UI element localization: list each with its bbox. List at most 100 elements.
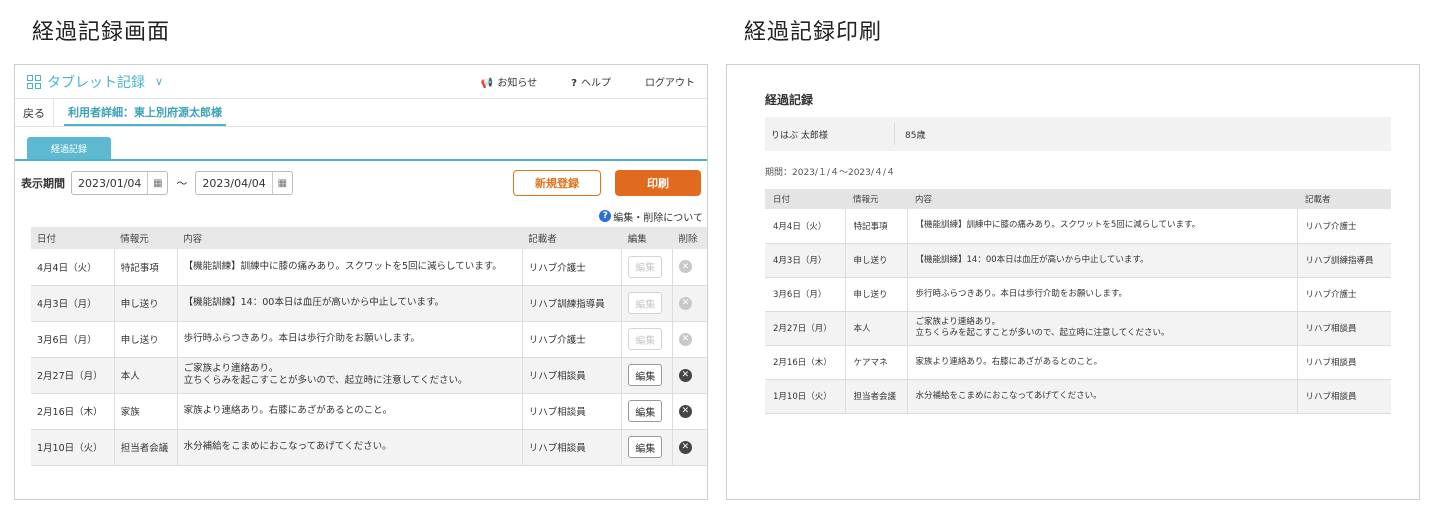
table-row: 2月16日（木） ケアマネ 家族より連絡あり。右膝にあざがあるとのこと。 リハブ相談員 (765, 345, 1391, 380)
author-cell: リハブ相談員 (521, 429, 622, 466)
table-row: 2月27日（月） 本人 ご家族より連絡あり。 立ちくらみを起こすことが多いので、起立… (765, 311, 1391, 346)
print-caption: 経過記録印刷 (744, 20, 883, 45)
chevron-down-icon: ∨ (155, 75, 164, 88)
table-row: 4月4日（火） 特記事項 【機能訓練】訓練中に膝の痛みあり。スクワットを5回に減らし… (31, 249, 707, 286)
edit-cell: 編集 (621, 393, 673, 430)
delete-cell: ✕ (671, 429, 707, 466)
print-title: 経過記録 (765, 93, 814, 107)
date-cell: 4月4日（火） (31, 249, 115, 286)
content-cell: 【機能訓練】14：00本日は血圧が高いから中止しています。 (906, 243, 1297, 278)
edit-button[interactable]: 編集 (628, 400, 663, 422)
col-content: 内容 (907, 189, 1297, 209)
content-cell: 【機能訓練】14：00本日は血圧が高いから中止しています。 (176, 285, 523, 322)
content-cell: 水分補給をこまめにおこなってあげてください。 (906, 379, 1297, 414)
source-cell: 本人 (113, 357, 178, 394)
date-cell: 4月4日（火） (765, 209, 845, 244)
author-cell: リハブ相談員 (1296, 379, 1391, 414)
patient-name: りはぶ 太郎様 (765, 123, 895, 145)
app-grid-icon (27, 74, 41, 89)
date-cell: 2月27日（月） (31, 357, 115, 394)
table-row: 2月16日（木） 家族 家族より連絡あり。右膝にあざがあるとのこと。 リハブ相談員 編集… (31, 393, 707, 430)
author-cell: リハブ訓練指導員 (521, 285, 622, 322)
edit-cell: 編集 (621, 357, 673, 394)
print-period: 期間：2023/１/４〜2023/４/４ (765, 168, 895, 178)
top-bar: タブレット記録 ∨ 📢 お知らせ ? ヘルプ ログアウト (15, 65, 707, 99)
author-cell: リハブ相談員 (521, 393, 622, 430)
tab-bar: 経過記録 (15, 127, 707, 161)
date-cell: 4月3日（月） (765, 243, 845, 278)
source-cell: 申し送り (113, 321, 178, 358)
edit-cell: 編集 (621, 249, 673, 286)
help-icon: ? (571, 78, 577, 89)
edit-button[interactable]: 編集 (628, 364, 663, 386)
content-cell: 歩行時ふらつきあり。本日は歩行介助をお願いします。 (906, 277, 1297, 312)
table-row: 3月6日（月） 申し送り 歩行時ふらつきあり。本日は歩行介助をお願いします。 リハブ介… (31, 321, 707, 358)
app-switcher[interactable]: タブレット記録 ∨ (27, 72, 163, 92)
calendar-icon[interactable]: ▦ (271, 172, 292, 194)
delete-cell: ✕ (671, 285, 707, 322)
edit-button: 編集 (628, 292, 663, 314)
delete-icon[interactable]: ✕ (678, 440, 692, 454)
date-to-field[interactable]: 2023/04/04 ▦ (195, 171, 293, 195)
breadcrumb: 戻る 利用者詳細：東上別府源太郎様 (15, 99, 707, 127)
record-table: 日付 情報元 内容 記載者 編集 削除 4月4日（火） 特記事項 【機能訓練】訓練中… (31, 227, 707, 466)
date-cell: 3月6日（月） (31, 321, 115, 358)
logout-link[interactable]: ログアウト (645, 74, 695, 89)
table-row: 1月10日（火） 担当者会議 水分補給をこまめにおこなってあげてください。 リハブ相談… (31, 429, 707, 466)
print-preview: 経過記録 りはぶ 太郎様 85歳 期間：2023/１/４〜2023/４/４ 日付… (726, 64, 1420, 500)
delete-icon[interactable]: ✕ (678, 404, 692, 418)
megaphone-icon: 📢 (480, 78, 494, 89)
table-row: 2月27日（月） 本人 ご家族より連絡あり。 立ちくらみを起こすことが多いので、起立… (31, 357, 707, 394)
delete-icon: ✕ (678, 332, 692, 346)
back-button[interactable]: 戻る (15, 99, 54, 126)
edit-cell: 編集 (621, 285, 673, 322)
delete-cell: ✕ (671, 393, 707, 430)
delete-cell: ✕ (671, 321, 707, 358)
col-author: 記載者 (1297, 189, 1391, 209)
date-cell: 2月16日（木） (765, 345, 845, 380)
period-label: 表示期間 (21, 177, 65, 190)
notice-link[interactable]: 📢 お知らせ (481, 74, 537, 89)
author-cell: リハブ相談員 (1296, 345, 1391, 380)
date-cell: 3月6日（月） (765, 277, 845, 312)
tab-progress-record[interactable]: 経過記録 (27, 137, 111, 159)
source-cell: 本人 (844, 311, 907, 346)
author-cell: リハブ訓練指導員 (1296, 243, 1391, 278)
date-cell: 2月16日（木） (31, 393, 115, 430)
app-screen: タブレット記録 ∨ 📢 お知らせ ? ヘルプ ログアウト 戻る 利用者詳細：東上別府… (14, 64, 708, 500)
source-cell: ケアマネ (844, 345, 907, 380)
app-title: タブレット記録 (47, 74, 145, 91)
author-cell: リハブ介護士 (521, 249, 622, 286)
date-cell: 1月10日（火） (765, 379, 845, 414)
author-cell: リハブ相談員 (521, 357, 622, 394)
col-content: 内容 (177, 227, 523, 249)
col-delete: 削除 (672, 227, 707, 249)
date-from-field[interactable]: 2023/01/04 ▦ (71, 171, 169, 195)
delete-cell: ✕ (671, 249, 707, 286)
table-row: 4月3日（月） 申し送り 【機能訓練】14：00本日は血圧が高いから中止しています。… (31, 285, 707, 322)
author-cell: リハブ介護士 (1296, 277, 1391, 312)
edit-button: 編集 (628, 328, 663, 350)
col-date: 日付 (765, 189, 845, 209)
col-author: 記載者 (522, 227, 622, 249)
table-row: 3月6日（月） 申し送り 歩行時ふらつきあり。本日は歩行介助をお願いします。 リハブ介… (765, 277, 1391, 312)
period-filter: 表示期間 2023/01/04 ▦ 〜 2023/04/04 ▦ 新規登録 印刷 (15, 161, 707, 205)
date-cell: 2月27日（月） (765, 311, 845, 346)
edit-button[interactable]: 編集 (628, 436, 663, 458)
new-record-button[interactable]: 新規登録 (513, 170, 601, 196)
date-cell: 1月10日（火） (31, 429, 115, 466)
user-detail-link[interactable]: 利用者詳細：東上別府源太郎様 (64, 99, 226, 126)
help-link[interactable]: ? ヘルプ (571, 74, 611, 89)
delete-icon[interactable]: ✕ (678, 368, 692, 382)
content-cell: ご家族より連絡あり。 立ちくらみを起こすことが多いので、起立時に注意してください… (906, 311, 1297, 346)
source-cell: 家族 (113, 393, 178, 430)
source-cell: 担当者会議 (844, 379, 907, 414)
edit-delete-help[interactable]: ? 編集・削除について (15, 205, 707, 227)
date-cell: 4月3日（月） (31, 285, 115, 322)
delete-cell: ✕ (671, 357, 707, 394)
edit-button: 編集 (628, 255, 663, 278)
delete-icon: ✕ (678, 260, 692, 274)
author-cell: リハブ介護士 (521, 321, 622, 358)
print-button[interactable]: 印刷 (615, 170, 701, 196)
calendar-icon[interactable]: ▦ (147, 172, 167, 194)
